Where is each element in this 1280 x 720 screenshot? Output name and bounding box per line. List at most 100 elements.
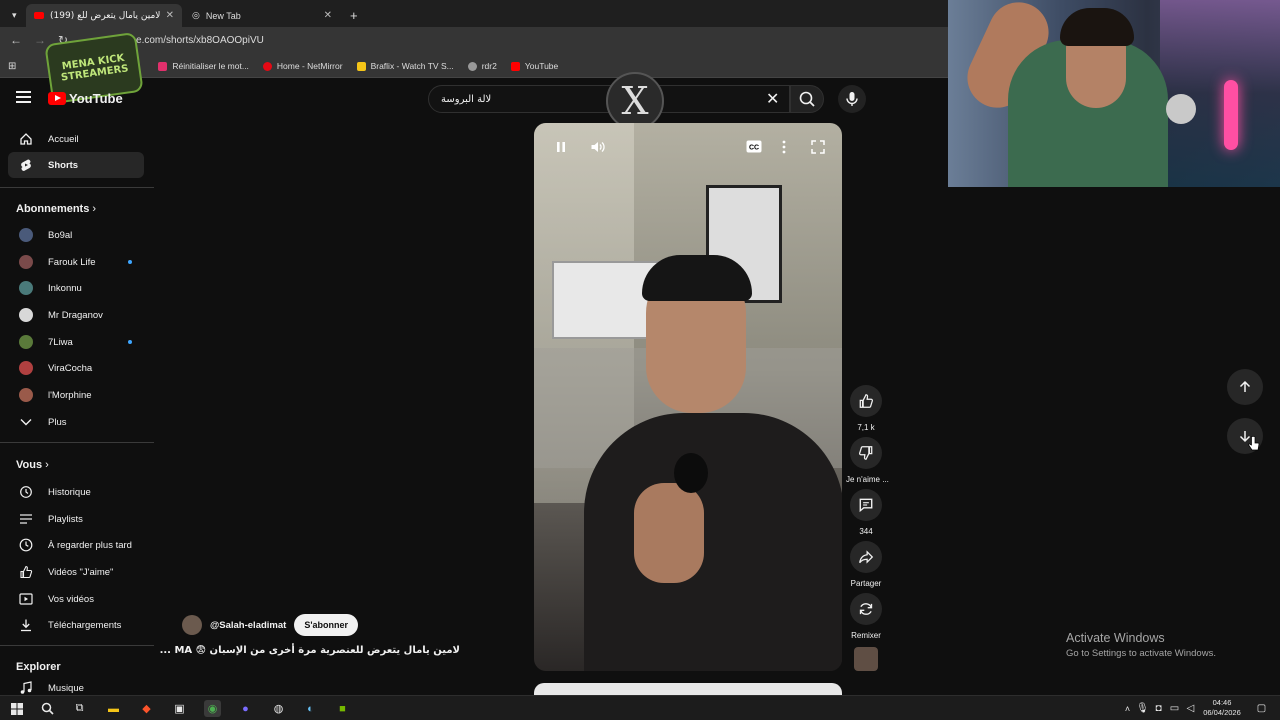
svg-text:CC: CC	[749, 144, 759, 151]
sidebar-item-playlists[interactable]: Playlists	[8, 506, 144, 532]
forward-arrow-icon[interactable]: →	[34, 33, 46, 47]
short-title[interactable]: لامين يامال يتعرض للعنصرية مرة أخرى من ا…	[160, 645, 460, 656]
channel-name[interactable]: @Salah-eladimat	[210, 620, 286, 631]
comments-count: 344	[859, 527, 873, 536]
sidebar-item-lmorphine[interactable]: l'Morphine	[8, 382, 144, 408]
bookmark-youtube[interactable]: YouTube	[510, 61, 558, 71]
brave-browser-icon[interactable]: ◆	[138, 700, 155, 717]
store-icon[interactable]: ▣	[171, 700, 188, 717]
bookmark-netmirror[interactable]: Home - NetMirror	[262, 61, 343, 71]
heart-icon	[262, 61, 272, 71]
remix-icon[interactable]	[850, 593, 882, 625]
mouse-cursor-icon	[1248, 436, 1260, 451]
speaker-icon[interactable]: ◁	[1182, 700, 1199, 717]
file-explorer-icon[interactable]: ▬	[105, 700, 122, 717]
share-action[interactable]: Partager	[848, 541, 884, 588]
thumb-up-icon	[10, 565, 42, 579]
avatar	[19, 281, 33, 295]
apps-grid-icon[interactable]: ⊞	[8, 61, 16, 72]
sidebar-item-plus[interactable]: Plus	[8, 409, 144, 435]
new-content-dot	[128, 340, 132, 344]
sidebar-item-viracocha[interactable]: ViraCocha	[8, 355, 144, 381]
music-icon	[10, 681, 42, 695]
clock-icon	[10, 538, 42, 552]
you-heading[interactable]: Vous ›	[16, 459, 49, 471]
video-icon	[10, 593, 42, 605]
sidebar-item-history[interactable]: Historique	[8, 479, 144, 505]
presenter-image	[674, 453, 708, 493]
fullscreen-icon[interactable]	[811, 140, 825, 157]
share-icon[interactable]	[850, 541, 882, 573]
search-button[interactable]	[790, 85, 824, 113]
next-short-preview[interactable]	[534, 683, 842, 695]
sidebar-item-liked-videos[interactable]: Vidéos "J'aime"	[8, 559, 144, 585]
sidebar-item-mr-draganov[interactable]: Mr Draganov	[8, 302, 144, 328]
comment-icon[interactable]	[850, 489, 882, 521]
bookmark-reinitialiser[interactable]: Réinitialiser le mot...	[158, 61, 249, 71]
sidebar-item-7liwa[interactable]: 7Liwa	[8, 329, 144, 355]
dislike-action[interactable]: Je n'aime ...	[846, 437, 889, 484]
clear-search-icon[interactable]: ✕	[766, 89, 779, 109]
search-input[interactable]	[429, 86, 729, 112]
youtube-header: YouTube ✕	[0, 79, 948, 119]
back-arrow-icon[interactable]: ←	[10, 33, 22, 47]
thumb-down-icon[interactable]	[850, 437, 882, 469]
thumb-up-icon[interactable]	[850, 385, 882, 417]
bookmark-rdr2[interactable]: rdr2	[467, 61, 497, 71]
sidebar-item-bo9al[interactable]: Bo9al	[8, 222, 144, 248]
nvidia-icon[interactable]: ■	[334, 700, 351, 717]
new-tab-button[interactable]: +	[342, 4, 362, 27]
sidebar-item-home[interactable]: Accueil	[8, 126, 144, 152]
sidebar-item-farouk-life[interactable]: Farouk Life	[8, 249, 144, 275]
sidebar-item-downloads[interactable]: Téléchargements	[8, 612, 144, 638]
microphone-tray-icon[interactable]: 🎙	[1134, 700, 1151, 717]
tab-new-tab[interactable]: ◎ New Tab ✕	[184, 4, 340, 27]
discord-icon[interactable]: ●	[237, 700, 254, 717]
comments-action[interactable]: 344	[848, 489, 884, 536]
sidebar-item-inkonnu[interactable]: Inkonnu	[8, 275, 144, 301]
windows-taskbar: ⧉ ▬ ◆ ▣ ◉ ● ◍ ◐ ■ ˄ 🎙 ◘ ▭ ◁ 04:46 06/04/…	[0, 695, 1280, 720]
like-count: 7,1 k	[857, 423, 875, 432]
like-action[interactable]: 7,1 k	[848, 385, 884, 432]
sound-source-thumbnail[interactable]	[854, 647, 878, 671]
remix-action[interactable]: Remixer	[848, 593, 884, 640]
more-options-icon[interactable]	[782, 140, 786, 157]
shorts-video-player[interactable]: CC	[534, 123, 842, 671]
tray-app-icon[interactable]: ◘	[1150, 700, 1167, 717]
taskbar-search-icon[interactable]	[39, 700, 56, 717]
steam-icon[interactable]: ◐	[302, 700, 319, 717]
network-icon[interactable]: ▭	[1166, 700, 1183, 717]
closed-captions-icon[interactable]: CC	[746, 140, 762, 156]
pause-icon[interactable]	[554, 140, 568, 157]
chevron-down-icon	[10, 418, 42, 426]
task-view-icon[interactable]: ⧉	[71, 700, 88, 717]
subscriptions-heading[interactable]: Abonnements ›	[16, 203, 96, 215]
tab-list-button[interactable]: ▾	[4, 4, 24, 27]
previous-short-button[interactable]	[1227, 369, 1263, 405]
windows-start-icon[interactable]	[8, 700, 25, 717]
url-field[interactable]: youtube.com/shorts/xb8OAOOpiVU	[78, 32, 938, 50]
dislike-label: Je n'aime ...	[846, 475, 889, 484]
chrome-icon[interactable]: ◉	[204, 700, 221, 717]
bookmark-braflix[interactable]: Braflix - Watch TV S...	[356, 61, 454, 71]
volume-icon[interactable]	[590, 140, 606, 157]
close-tab-icon[interactable]: ✕	[166, 10, 174, 21]
playlist-icon	[10, 513, 42, 525]
sidebar-item-shorts[interactable]: Shorts	[8, 152, 144, 178]
notifications-icon[interactable]: ▢	[1253, 700, 1270, 717]
skull-decoration-image	[1166, 94, 1196, 124]
avatar	[19, 308, 33, 322]
voice-search-button[interactable]	[838, 85, 866, 113]
tab-title: New Tab	[205, 10, 241, 21]
sidebar-item-your-videos[interactable]: Vos vidéos	[8, 586, 144, 612]
sidebar-item-watch-later[interactable]: À regarder plus tard	[8, 532, 144, 558]
tab-youtube-short[interactable]: (199) لامين يامال يتعرض للع ✕	[26, 4, 182, 27]
close-tab-icon[interactable]: ✕	[324, 10, 332, 21]
hamburger-menu-icon[interactable]	[16, 91, 31, 103]
channel-avatar[interactable]	[182, 615, 202, 635]
youtube-logo[interactable]: YouTube	[48, 91, 123, 106]
sidebar-divider	[0, 187, 154, 188]
subscribe-button[interactable]: S'abonner	[294, 614, 358, 636]
taskbar-clock[interactable]: 04:46 06/04/2026	[1200, 698, 1244, 718]
obs-icon[interactable]: ◍	[270, 700, 287, 717]
